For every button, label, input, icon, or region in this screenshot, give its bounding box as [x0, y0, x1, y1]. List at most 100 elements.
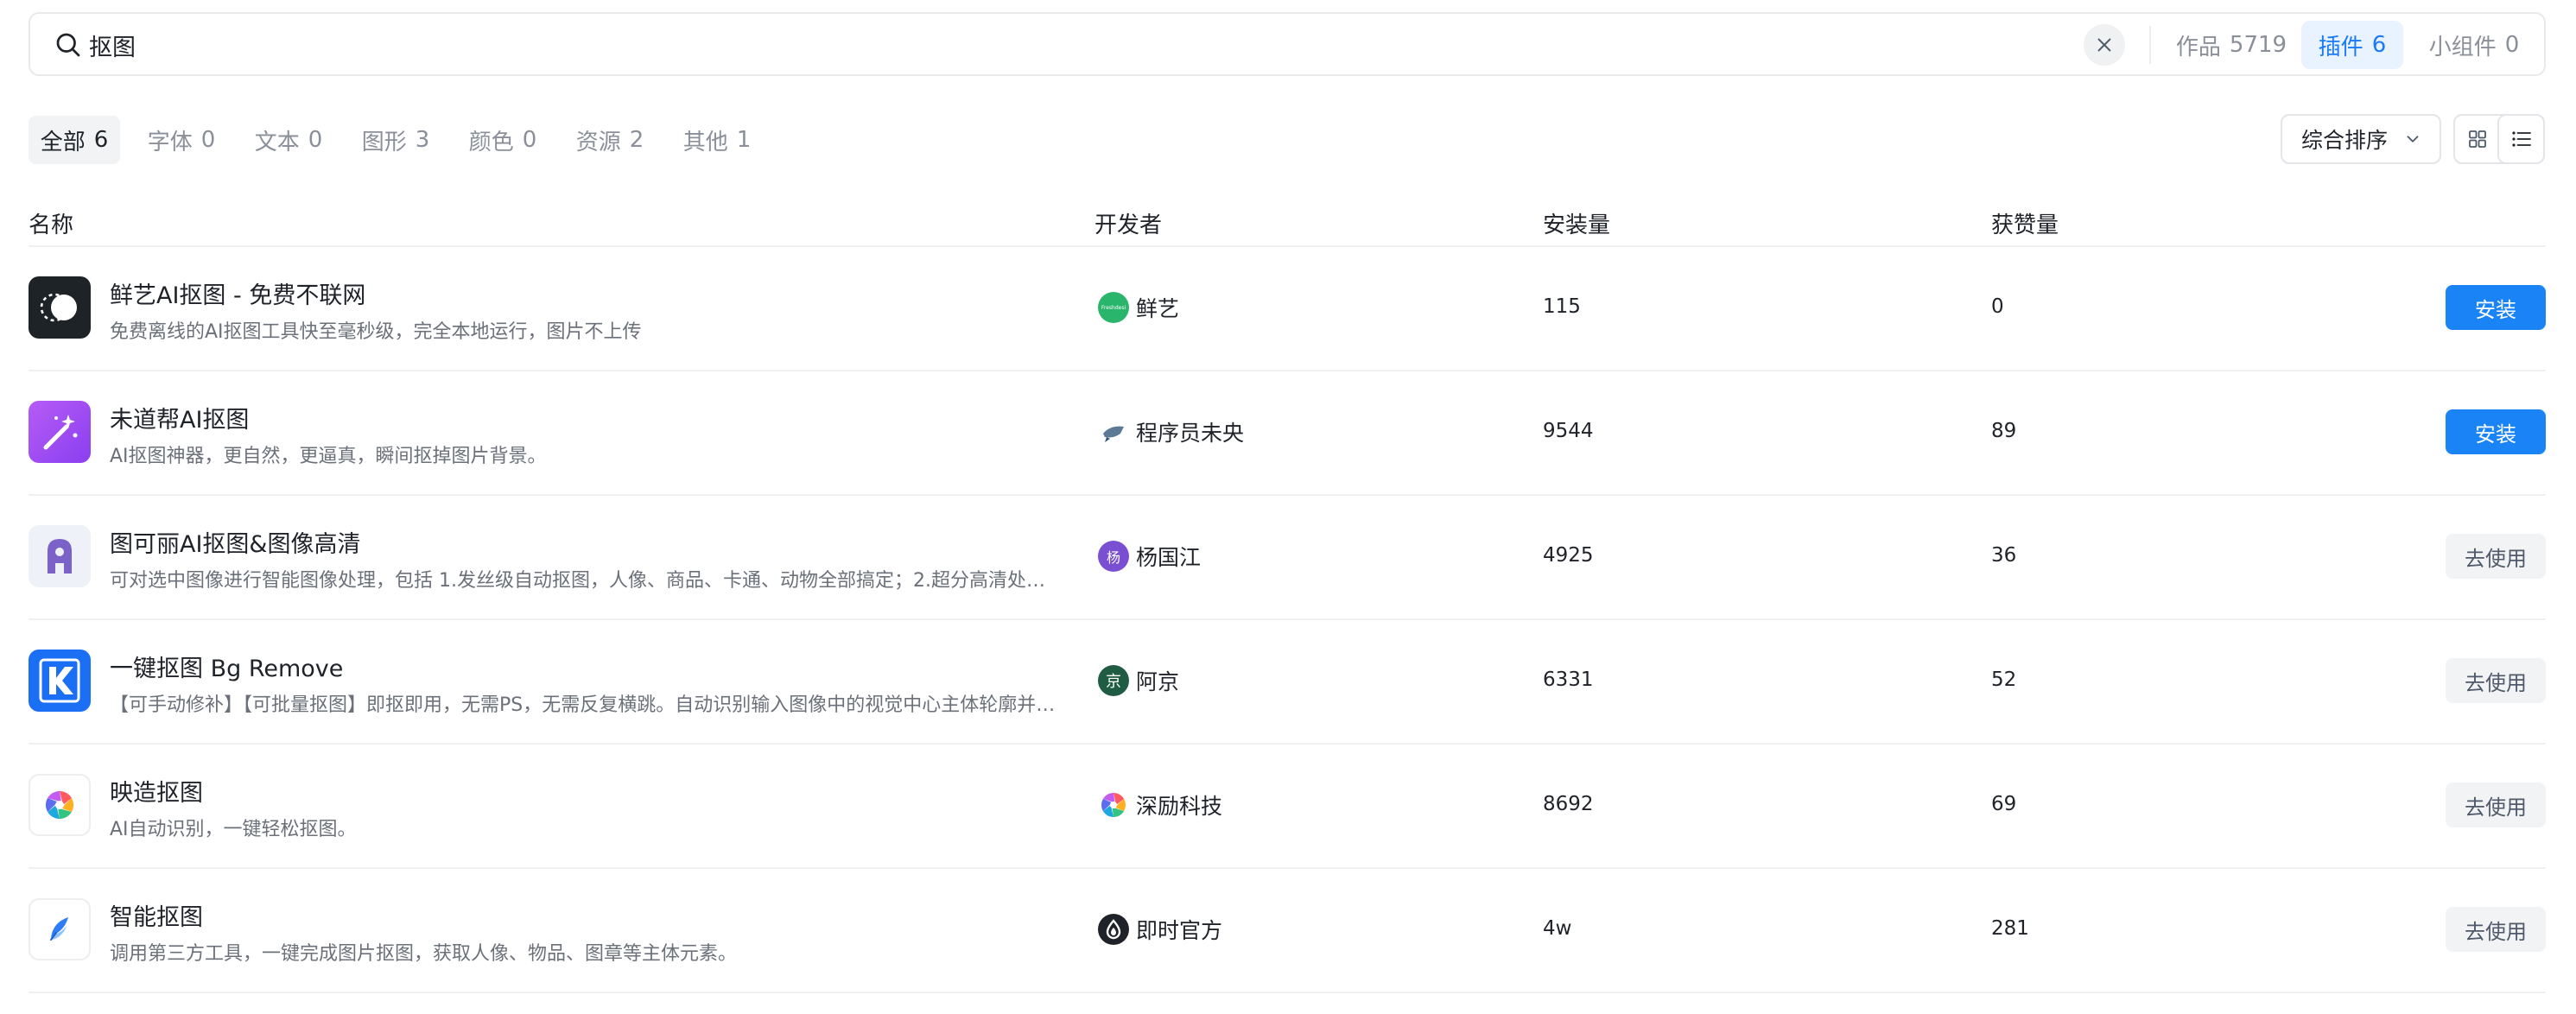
avatar	[1098, 789, 1129, 821]
chevron-down-icon	[2407, 136, 2419, 143]
category-tab-label: 颜色	[468, 129, 514, 155]
developer-name: 阿京	[1136, 669, 1180, 694]
table-row[interactable]: 图可丽AI抠图&图像高清 可对选中图像进行智能图像处理，包括 1.发丝级自动抠图…	[29, 496, 2546, 620]
column-header-installs: 安装量	[1543, 212, 1611, 238]
circle-split-icon	[29, 276, 91, 339]
column-header-name: 名称	[29, 212, 74, 238]
scope-tab-widgets[interactable]: 小组件 0	[2409, 21, 2539, 69]
table-row[interactable]: 未道帮AI抠图 AI抠图神器，更自然，更逼真，瞬间抠掉图片背景。 程序员未央 9…	[29, 371, 2546, 496]
avatar: 京	[1098, 665, 1129, 696]
category-tab-other[interactable]: 其他 1	[676, 116, 758, 164]
avatar: 杨	[1098, 541, 1129, 572]
avatar	[1098, 416, 1129, 447]
developer-name: 鲜艺	[1136, 296, 1180, 321]
scope-tab-label: 作品	[2175, 34, 2221, 60]
column-header-developer: 开发者	[1094, 212, 1163, 238]
developer[interactable]: Freshdesi 鲜艺	[1098, 292, 1179, 323]
category-tab-label: 字体	[147, 129, 193, 155]
magic-wand-icon	[29, 401, 91, 463]
plugin-description: AI自动识别，一键轻松抠图。	[110, 819, 357, 840]
install-count: 9544	[1543, 420, 1594, 442]
scope-tab-label: 插件	[2318, 34, 2363, 60]
scope-tab-plugins[interactable]: 插件 6	[2301, 21, 2403, 69]
use-button[interactable]: 去使用	[2446, 658, 2546, 703]
category-tab-count: 2	[629, 127, 644, 153]
column-header-likes: 获赞量	[1991, 212, 2059, 238]
plugin-name[interactable]: 智能抠图	[110, 898, 203, 932]
avatar	[1098, 914, 1129, 945]
category-tab-text[interactable]: 文本 0	[247, 116, 330, 164]
developer[interactable]: 杨 杨国江	[1098, 541, 1201, 572]
plugin-description: 可对选中图像进行智能图像处理，包括 1.发丝级自动抠图，人像、商品、卡通、动物全…	[110, 570, 1060, 592]
table-row[interactable]: 一键抠图 Bg Remove 【可手动修补】【可批量抠图】即抠即用，无需PS，无…	[29, 620, 2546, 745]
search-bar: 作品 5719 插件 6 小组件 0	[29, 12, 2546, 76]
category-tab-count: 1	[736, 127, 752, 153]
developer-name: 杨国江	[1136, 545, 1202, 570]
view-toggle	[2453, 114, 2545, 164]
plugin-description: 调用第三方工具，一键完成图片抠图，获取人像、物品、图章等主体元素。	[110, 943, 738, 965]
scope-tab-count: 0	[2504, 32, 2520, 58]
plugin-name[interactable]: 一键抠图 Bg Remove	[110, 650, 343, 683]
developer[interactable]: 京 阿京	[1098, 665, 1179, 696]
category-tab-colors[interactable]: 颜色 0	[461, 116, 544, 164]
avatar-text: 杨	[1106, 549, 1120, 566]
table-row[interactable]: 映造抠图 AI自动识别，一键轻松抠图。 深励科技 8692 69 去使用	[29, 745, 2546, 869]
category-tab-label: 图形	[361, 129, 407, 155]
sort-label: 综合排序	[2301, 128, 2389, 153]
category-tab-count: 0	[200, 127, 216, 153]
letter-k-icon	[29, 650, 91, 712]
install-button[interactable]: 安装	[2446, 285, 2546, 330]
plugin-name[interactable]: 未道帮AI抠图	[110, 401, 249, 434]
use-button[interactable]: 去使用	[2446, 907, 2546, 952]
category-tab-label: 全部	[40, 129, 86, 155]
letter-a-icon	[29, 525, 91, 587]
plugin-name[interactable]: 映造抠图	[110, 774, 203, 808]
sort-dropdown[interactable]: 综合排序	[2281, 114, 2441, 164]
avatar-text: Freshdesi	[1101, 304, 1126, 311]
search-divider	[2149, 26, 2151, 64]
plugin-name[interactable]: 图可丽AI抠图&图像高清	[110, 525, 361, 559]
developer[interactable]: 程序员未央	[1098, 416, 1244, 447]
category-tab-label: 其他	[682, 129, 728, 155]
like-count: 52	[1991, 669, 2017, 691]
plugin-name[interactable]: 鲜艺AI抠图 - 免费不联网	[110, 276, 365, 310]
scope-tab-works[interactable]: 作品 5719	[2171, 21, 2292, 69]
list-view-button[interactable]	[2499, 116, 2543, 162]
clear-search-button[interactable]	[2084, 24, 2125, 66]
category-tab-label: 文本	[254, 129, 300, 155]
developer[interactable]: 即时官方	[1098, 914, 1222, 945]
category-tab-count: 0	[522, 127, 537, 153]
like-count: 89	[1991, 420, 2017, 442]
plugin-description: 免费离线的AI抠图工具快至毫秒级，完全本地运行，图片不上传	[110, 321, 642, 343]
grid-icon	[2468, 130, 2486, 148]
search-input[interactable]	[89, 24, 1385, 66]
category-tab-resources[interactable]: 资源 2	[568, 116, 651, 164]
plugin-search-page: 作品 5719 插件 6 小组件 0 全部 6 字体 0 文本 0 图形 3 颜色 0 资…	[0, 0, 2576, 1014]
close-icon	[2097, 38, 2111, 52]
category-tab-fonts[interactable]: 字体 0	[140, 116, 223, 164]
developer[interactable]: 深励科技	[1098, 789, 1222, 821]
plugin-description: AI抠图神器，更自然，更逼真，瞬间抠掉图片背景。	[110, 446, 547, 467]
install-count: 4925	[1543, 544, 1594, 567]
category-tab-count: 0	[308, 127, 323, 153]
category-tab-all[interactable]: 全部 6	[29, 116, 120, 164]
install-count: 115	[1543, 295, 1581, 318]
use-button[interactable]: 去使用	[2446, 783, 2546, 827]
list-icon	[2511, 131, 2531, 147]
use-button[interactable]: 去使用	[2446, 534, 2546, 579]
scope-tab-count: 6	[2371, 32, 2387, 58]
developer-name: 深励科技	[1136, 794, 1223, 819]
like-count: 69	[1991, 793, 2017, 815]
table-row[interactable]: 鲜艺AI抠图 - 免费不联网 免费离线的AI抠图工具快至毫秒级，完全本地运行，图…	[29, 247, 2546, 371]
category-tab-count: 3	[415, 127, 430, 153]
grid-view-button[interactable]	[2455, 116, 2499, 162]
install-button[interactable]: 安装	[2446, 409, 2546, 454]
category-tab-shapes[interactable]: 图形 3	[354, 116, 437, 164]
row-divider	[29, 992, 2546, 993]
table-row[interactable]: 智能抠图 调用第三方工具，一键完成图片抠图，获取人像、物品、图章等主体元素。 即…	[29, 869, 2546, 993]
install-count: 4w	[1543, 917, 1572, 940]
avatar: Freshdesi	[1098, 292, 1129, 323]
like-count: 36	[1991, 544, 2017, 567]
plugin-description: 【可手动修补】【可批量抠图】即抠即用，无需PS，无需反复横跳。自动识别输入图像中…	[110, 694, 1060, 716]
feather-icon	[29, 898, 91, 960]
